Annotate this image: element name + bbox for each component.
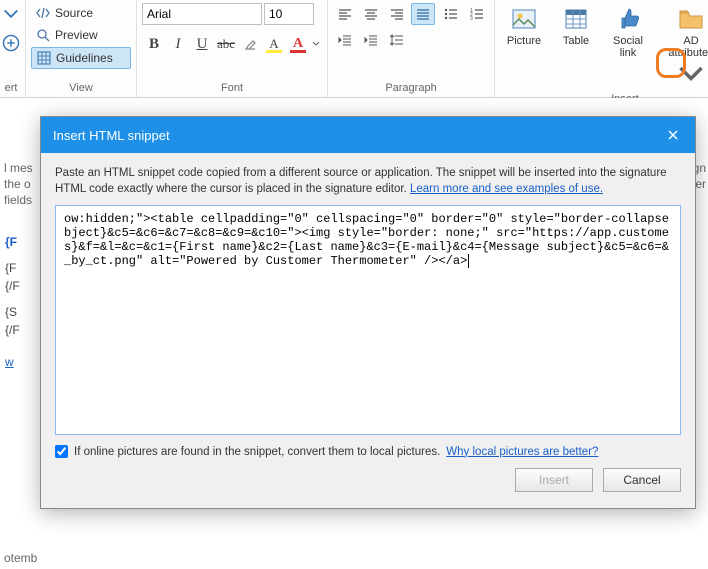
ribbon: ert Source Preview Guidelines View	[0, 0, 708, 98]
picture-button[interactable]: Picture	[500, 3, 548, 49]
snippet-textarea[interactable]: ow:hidden;"><table cellpadding="0" cells…	[55, 205, 681, 435]
insert-snippet-dialog: Insert HTML snippet Paste an HTML snippe…	[40, 116, 696, 509]
editor-bg-text: otemb	[4, 551, 37, 565]
editor-link[interactable]: w	[5, 355, 14, 369]
preview-label: Preview	[55, 28, 98, 42]
thumbs-up-icon	[614, 5, 642, 33]
convert-pictures-checkbox[interactable]	[55, 445, 68, 458]
editor-bg-text: the o	[4, 176, 33, 192]
placeholder-field: {F	[5, 233, 20, 251]
text-caret	[468, 254, 469, 268]
dialog-title: Insert HTML snippet	[53, 128, 170, 143]
ribbon-group-partial: ert	[0, 0, 26, 97]
number-list-button[interactable]: 123	[465, 3, 489, 25]
align-justify-button[interactable]	[411, 3, 435, 25]
snippet-content: ow:hidden;"><table cellpadding="0" cells…	[64, 212, 669, 268]
font-color-button[interactable]: A	[286, 33, 310, 55]
picture-label: Picture	[507, 35, 541, 47]
picture-icon	[510, 5, 538, 33]
chevron-down-icon	[312, 40, 320, 48]
align-left-button[interactable]	[333, 3, 357, 25]
bullet-list-button[interactable]	[439, 3, 463, 25]
why-local-link[interactable]: Why local pictures are better?	[446, 446, 598, 458]
font-color-dropdown[interactable]	[310, 33, 322, 55]
strike-button[interactable]: abc	[214, 33, 238, 55]
highlight-button[interactable]: A	[262, 33, 286, 55]
underline-button[interactable]: U	[190, 33, 214, 55]
search-icon	[35, 27, 51, 43]
insert-button[interactable]: Insert	[515, 468, 593, 492]
social-link-label: Social link	[613, 35, 643, 59]
group-label-partial: ert	[2, 80, 20, 97]
convert-pictures-label: If online pictures are found in the snip…	[74, 446, 440, 458]
ribbon-group-font: B I U abc A A Font	[137, 0, 328, 97]
italic-button[interactable]: I	[166, 33, 190, 55]
ribbon-group-paragraph: 123 Paragraph	[328, 0, 495, 97]
source-label: Source	[55, 6, 93, 20]
close-icon	[667, 129, 679, 141]
clear-format-button[interactable]	[238, 33, 262, 55]
dialog-close-button[interactable]	[663, 125, 683, 145]
code-icon	[35, 5, 51, 21]
font-family-select[interactable]	[142, 3, 262, 25]
social-link-button[interactable]: Social link	[604, 3, 652, 61]
placeholder-field: {F	[5, 259, 20, 277]
placeholder-field: {/F	[5, 277, 20, 295]
line-spacing-button[interactable]	[385, 29, 409, 51]
cancel-button[interactable]: Cancel	[603, 468, 681, 492]
editor-bg-text: fields	[4, 192, 33, 208]
placeholder-field: {/F	[5, 321, 20, 339]
table-label: Table	[563, 35, 589, 47]
ribbon-group-insert: Picture Table Social link AD attributes	[495, 0, 708, 97]
source-button[interactable]: Source	[31, 3, 131, 23]
dialog-titlebar[interactable]: Insert HTML snippet	[41, 117, 695, 153]
align-center-button[interactable]	[359, 3, 383, 25]
chevron-down-icon[interactable]	[1, 3, 21, 23]
bold-button[interactable]: B	[142, 33, 166, 55]
outdent-button[interactable]	[333, 29, 357, 51]
placeholder-field: {S	[5, 303, 20, 321]
group-label-font: Font	[142, 80, 322, 97]
guidelines-label: Guidelines	[56, 51, 113, 65]
ad-attributes-button[interactable]: AD attributes	[656, 3, 708, 91]
table-icon	[562, 5, 590, 33]
dialog-description: Paste an HTML snippet code copied from a…	[55, 165, 681, 197]
ribbon-group-view: Source Preview Guidelines View	[26, 0, 137, 97]
ad-attributes-label: AD attributes	[662, 35, 708, 59]
preview-button[interactable]: Preview	[31, 25, 131, 45]
folder-icon	[677, 5, 705, 33]
indent-button[interactable]	[359, 29, 383, 51]
group-label-view: View	[31, 80, 131, 97]
learn-more-link[interactable]: Learn more and see examples of use.	[410, 183, 603, 195]
chevron-down-icon	[677, 61, 705, 89]
insert-partial-icon[interactable]	[1, 33, 21, 53]
group-label-paragraph: Paragraph	[333, 80, 489, 97]
guidelines-button[interactable]: Guidelines	[31, 47, 131, 69]
font-size-select[interactable]	[264, 3, 314, 25]
svg-text:3: 3	[470, 16, 473, 22]
eraser-icon	[242, 36, 258, 52]
grid-icon	[36, 50, 52, 66]
editor-bg-text: l mes	[4, 160, 33, 176]
table-button[interactable]: Table	[552, 3, 600, 49]
align-right-button[interactable]	[385, 3, 409, 25]
